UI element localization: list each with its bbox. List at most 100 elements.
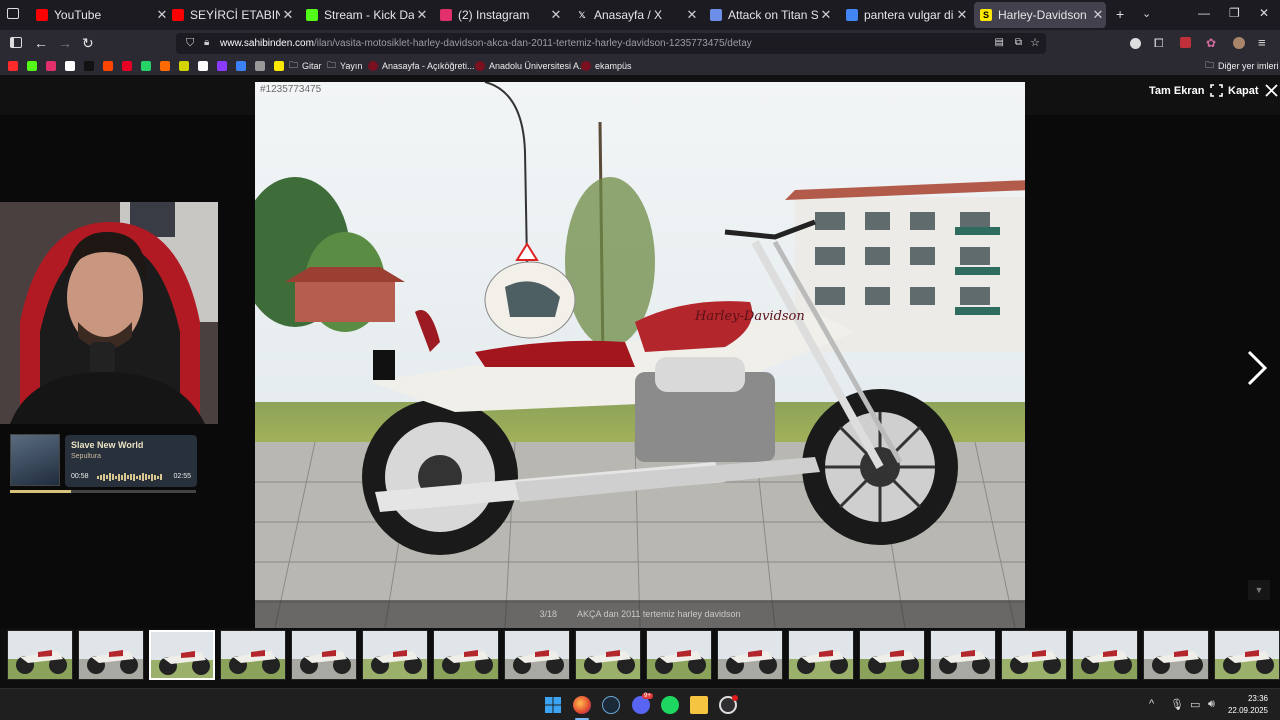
gallery-thumbnail[interactable] xyxy=(1001,630,1067,680)
song-title: Slave New World xyxy=(71,440,144,450)
extensions-icon[interactable]: ⧠ xyxy=(1154,36,1164,51)
gallery-thumbnail[interactable] xyxy=(859,630,925,680)
tab-close-icon[interactable]: ✕ xyxy=(818,7,834,23)
tab-title: (2) Instagram xyxy=(458,8,530,22)
gallery-thumbnail[interactable] xyxy=(504,630,570,680)
extension-puzzle-icon[interactable]: ✿ xyxy=(1206,36,1216,50)
window-close-button[interactable]: ✕ xyxy=(1259,6,1269,20)
bookmark-item[interactable]: 🗀 Gitar xyxy=(289,60,322,72)
bookmark-favicon[interactable] xyxy=(198,60,208,72)
gallery-thumbnail[interactable] xyxy=(717,630,783,680)
bookmark-star-icon[interactable]: ☆ xyxy=(1030,36,1040,49)
reload-icon[interactable]: ↻ xyxy=(82,35,94,52)
bookmark-favicon[interactable] xyxy=(8,60,18,72)
bookmark-item[interactable]: 🗀 Yayın xyxy=(327,60,362,72)
bookmark-favicon[interactable] xyxy=(160,60,170,72)
spotify-icon[interactable] xyxy=(661,696,679,714)
tray-chevron-up-icon[interactable]: ^ xyxy=(1149,698,1154,710)
bookmark-favicon[interactable] xyxy=(255,60,265,72)
steam-icon[interactable] xyxy=(602,696,620,714)
album-art xyxy=(10,434,60,486)
gallery-thumbnail[interactable] xyxy=(1072,630,1138,680)
gallery-thumbnail[interactable] xyxy=(220,630,286,680)
system-clock[interactable]: 23:36 22.09.2025 xyxy=(1228,693,1268,717)
bookmark-favicon[interactable] xyxy=(217,60,227,72)
tab-close-icon[interactable]: ✕ xyxy=(548,7,564,23)
browser-tab[interactable]: pantera vulgar display of p✕ xyxy=(840,2,970,28)
tab-close-icon[interactable]: ✕ xyxy=(280,7,296,23)
gallery-thumbnail[interactable] xyxy=(291,630,357,680)
recording-dot-icon xyxy=(732,695,738,701)
address-bar[interactable]: ⛉ 🔒︎ www.sahibinden.com/ilan/vasita-moto… xyxy=(176,33,1046,54)
forward-arrow-icon[interactable]: → xyxy=(58,35,72,51)
menu-icon[interactable]: ≡ xyxy=(1258,35,1266,50)
browser-tab[interactable]: Attack on Titan S05E10 | Op✕ xyxy=(704,2,834,28)
browser-tab[interactable]: Stream - Kick Dashboard✕ xyxy=(300,2,430,28)
bookmark-item[interactable]: Anadolu Üniversitesi A... xyxy=(475,60,587,72)
youtube-icon xyxy=(8,61,18,71)
gallery-thumbnail[interactable] xyxy=(78,630,144,680)
expand-icon xyxy=(1210,84,1224,97)
browser-tab[interactable]: 𝕏 Anasayfa / X ✕ xyxy=(570,2,700,28)
profile-icon[interactable] xyxy=(1233,37,1245,49)
bookmark-favicon[interactable] xyxy=(46,60,56,72)
browser-tab[interactable]: YouTube ✕ xyxy=(30,2,170,28)
tab-overview-icon[interactable] xyxy=(7,8,19,19)
tab-close-icon[interactable]: ✕ xyxy=(414,7,430,23)
bookmark-favicon[interactable] xyxy=(179,60,189,72)
gallery-thumbnail[interactable] xyxy=(1143,630,1209,680)
volume-icon[interactable]: 🔊︎ xyxy=(1208,698,1215,711)
account-avatar-icon[interactable] xyxy=(1130,38,1141,49)
bookmark-favicon[interactable] xyxy=(274,60,284,72)
other-bookmarks[interactable]: 🗀 Diğer yer imleri xyxy=(1205,60,1279,72)
bookmark-item[interactable]: Anasayfa - Açıköğreti... xyxy=(368,60,475,72)
bookmark-favicon[interactable] xyxy=(65,60,75,72)
gallery-thumbnail[interactable] xyxy=(930,630,996,680)
windows-start-icon[interactable] xyxy=(544,696,562,714)
gallery-thumbnail[interactable] xyxy=(362,630,428,680)
gallery-thumbnail[interactable] xyxy=(7,630,73,680)
back-arrow-icon[interactable]: ← xyxy=(34,35,48,51)
browser-tab[interactable]: S Harley-Davidson Sportster✕ xyxy=(974,2,1106,28)
lock-icon[interactable]: 🔒︎ xyxy=(204,37,209,48)
browser-tab[interactable]: (2) Instagram ✕ xyxy=(434,2,564,28)
tab-close-icon[interactable]: ✕ xyxy=(954,7,970,23)
gallery-thumbnail[interactable] xyxy=(1214,630,1280,680)
next-photo-button[interactable] xyxy=(1244,350,1270,386)
bookmark-favicon[interactable] xyxy=(141,60,151,72)
firefox-icon[interactable] xyxy=(573,696,591,714)
file-explorer-icon[interactable] xyxy=(690,696,708,714)
sidebar-icon[interactable] xyxy=(10,37,22,48)
bookmark-favicon[interactable] xyxy=(236,60,246,72)
site-icon xyxy=(236,61,246,71)
gallery-thumbnail[interactable] xyxy=(575,630,641,680)
new-tab-button[interactable]: + xyxy=(1116,6,1124,22)
microphone-icon[interactable]: 🎙︎ xyxy=(1170,698,1184,711)
close-gallery-button[interactable]: Kapat xyxy=(1228,84,1278,97)
gallery-thumbnail[interactable] xyxy=(433,630,499,680)
tab-list-chevron-icon[interactable]: ⌄ xyxy=(1142,7,1151,20)
browser-tab[interactable]: SEYİRCİ ETABINDA KAZA | S✕ xyxy=(166,2,296,28)
bookmark-favicon[interactable] xyxy=(84,60,94,72)
folder-icon: 🗀 xyxy=(1205,60,1215,70)
gallery-thumbnail[interactable] xyxy=(788,630,854,680)
tab-close-icon[interactable]: ✕ xyxy=(1090,7,1106,23)
reader-view-icon[interactable]: ▤ xyxy=(995,37,1004,48)
bookmark-label: Anadolu Üniversitesi A... xyxy=(489,61,587,71)
fullscreen-button[interactable]: Tam Ekran xyxy=(1149,84,1224,97)
scroll-down-button[interactable]: ▼ xyxy=(1248,580,1270,600)
bookmark-item[interactable]: ekampüs xyxy=(581,60,632,72)
picture-in-picture-icon[interactable]: ⧉ xyxy=(1015,37,1022,48)
extension-badge-icon[interactable] xyxy=(1180,37,1191,48)
gallery-thumbnail[interactable] xyxy=(646,630,712,680)
bookmark-favicon[interactable] xyxy=(103,60,113,72)
gallery-thumbnail[interactable] xyxy=(149,630,215,680)
network-icon[interactable]: ▭ xyxy=(1190,698,1200,711)
tab-close-icon[interactable]: ✕ xyxy=(684,7,700,23)
minimize-button[interactable]: — xyxy=(1198,6,1210,20)
bookmark-favicon[interactable] xyxy=(27,60,37,72)
tracking-shield-icon[interactable]: ⛉ xyxy=(186,37,194,50)
gallery-main-photo[interactable]: Harley-Davidson xyxy=(255,82,1025,628)
bookmark-favicon[interactable] xyxy=(122,60,132,72)
restore-button[interactable]: ❐ xyxy=(1229,6,1240,20)
